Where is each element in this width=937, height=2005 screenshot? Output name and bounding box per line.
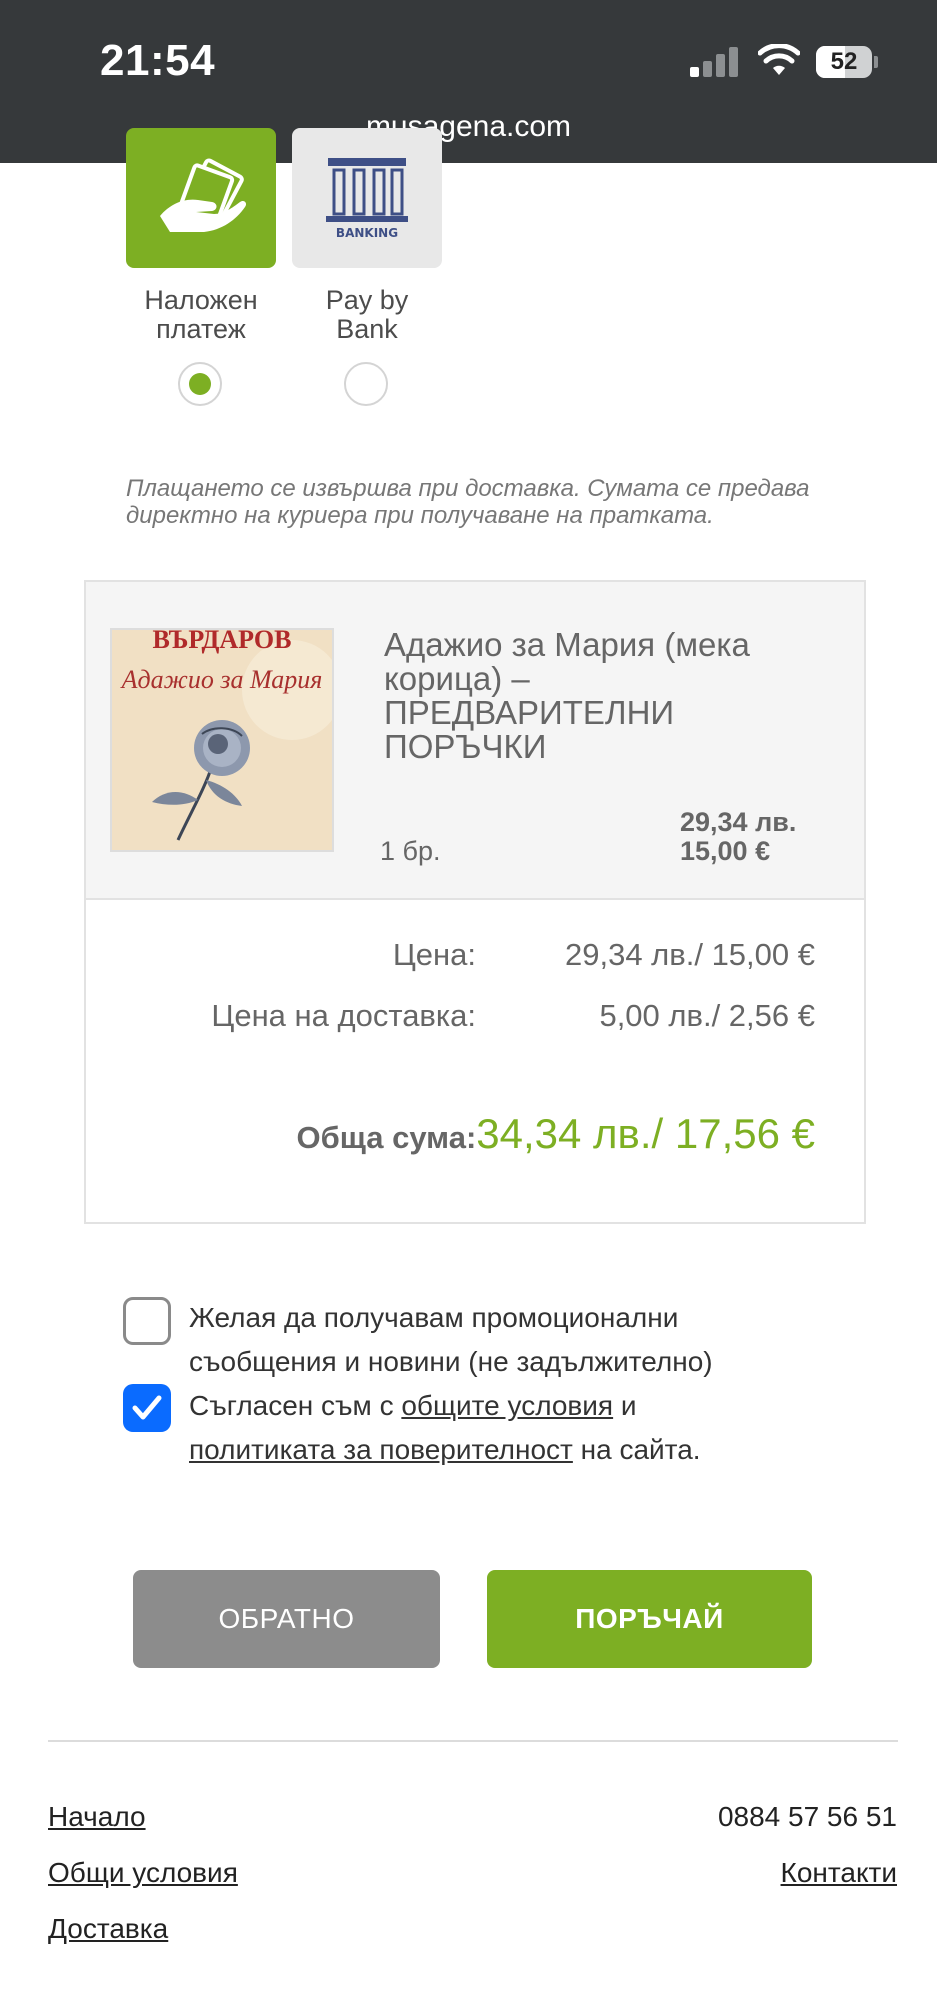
price-value: 29,34 лв./ 15,00 € (564, 937, 815, 972)
cover-author: ВЪРДАРОВ (153, 630, 292, 654)
footer-phone[interactable]: 0884 57 56 51 (600, 1801, 897, 1833)
status-time: 21:54 (100, 36, 216, 85)
terms-label: Съгласен съм с общите условия и политика… (189, 1390, 701, 1465)
order-button[interactable]: ПОРЪЧАЙ (487, 1570, 812, 1668)
cellular-signal-icon (690, 47, 740, 77)
grand-total-row: Обща сума:34,34 лв./ 17,56 € (160, 1110, 815, 1158)
bank-card-caption: BANKING (335, 226, 399, 240)
grand-total-value: 34,34 лв./ 17,56 € (476, 1110, 815, 1157)
terms-checkbox[interactable] (123, 1384, 171, 1432)
footer-link-delivery[interactable]: Доставка (48, 1913, 168, 1945)
battery-percentage: 52 (830, 48, 858, 75)
terms-link[interactable]: общите условия (401, 1390, 613, 1421)
radio-cash-on-delivery[interactable] (178, 362, 222, 406)
product-quantity: 1 бр. (380, 836, 441, 866)
wifi-icon (757, 43, 801, 78)
radio-selected-dot (189, 373, 211, 395)
newsletter-label: Желая да получавам промоционални съобщен… (189, 1302, 713, 1377)
payment-label-cod: Наложен платеж (144, 285, 258, 344)
privacy-policy-link[interactable]: политиката за поверителност (189, 1434, 573, 1465)
shipping-label: Цена на доставка: (211, 998, 476, 1033)
footer-link-home[interactable]: Начало (48, 1801, 146, 1833)
newsletter-checkbox[interactable] (123, 1297, 171, 1345)
bank-icon (326, 158, 408, 222)
footer-link-contacts[interactable]: Контакти (600, 1857, 897, 1889)
product-price: 29,34 лв. 15,00 € (680, 808, 796, 866)
cover-title: Адажио за Мария (120, 665, 323, 694)
book-cover-image[interactable]: ВЪРДАРОВ Адажио за Мария (110, 628, 334, 852)
payment-option-cash-on-delivery[interactable] (126, 128, 276, 268)
payment-note: Плащането се извършва при доставка. Сума… (126, 475, 810, 529)
grand-total-label: Обща сума: (296, 1120, 477, 1155)
radio-pay-by-bank[interactable] (344, 362, 388, 406)
product-price-eur: 15,00 € (680, 836, 771, 866)
footer-divider (48, 1740, 898, 1742)
payment-option-bank[interactable]: BANKING (292, 128, 442, 268)
battery-icon: 52 (816, 46, 878, 78)
back-button[interactable]: ОБРАТНО (133, 1570, 440, 1668)
shipping-value: 5,00 лв./ 2,56 € (599, 998, 815, 1033)
product-price-bgn: 29,34 лв. (680, 807, 797, 837)
product-name[interactable]: Адажио за Мария (мека корица) – ПРЕДВАРИ… (384, 628, 784, 764)
cash-hand-icon (160, 158, 247, 232)
payment-label-bank: Pay by Bank (325, 285, 409, 344)
price-label: Цена: (392, 937, 476, 972)
footer-link-terms[interactable]: Общи условия (48, 1857, 238, 1889)
checkmark-icon (132, 1395, 162, 1420)
